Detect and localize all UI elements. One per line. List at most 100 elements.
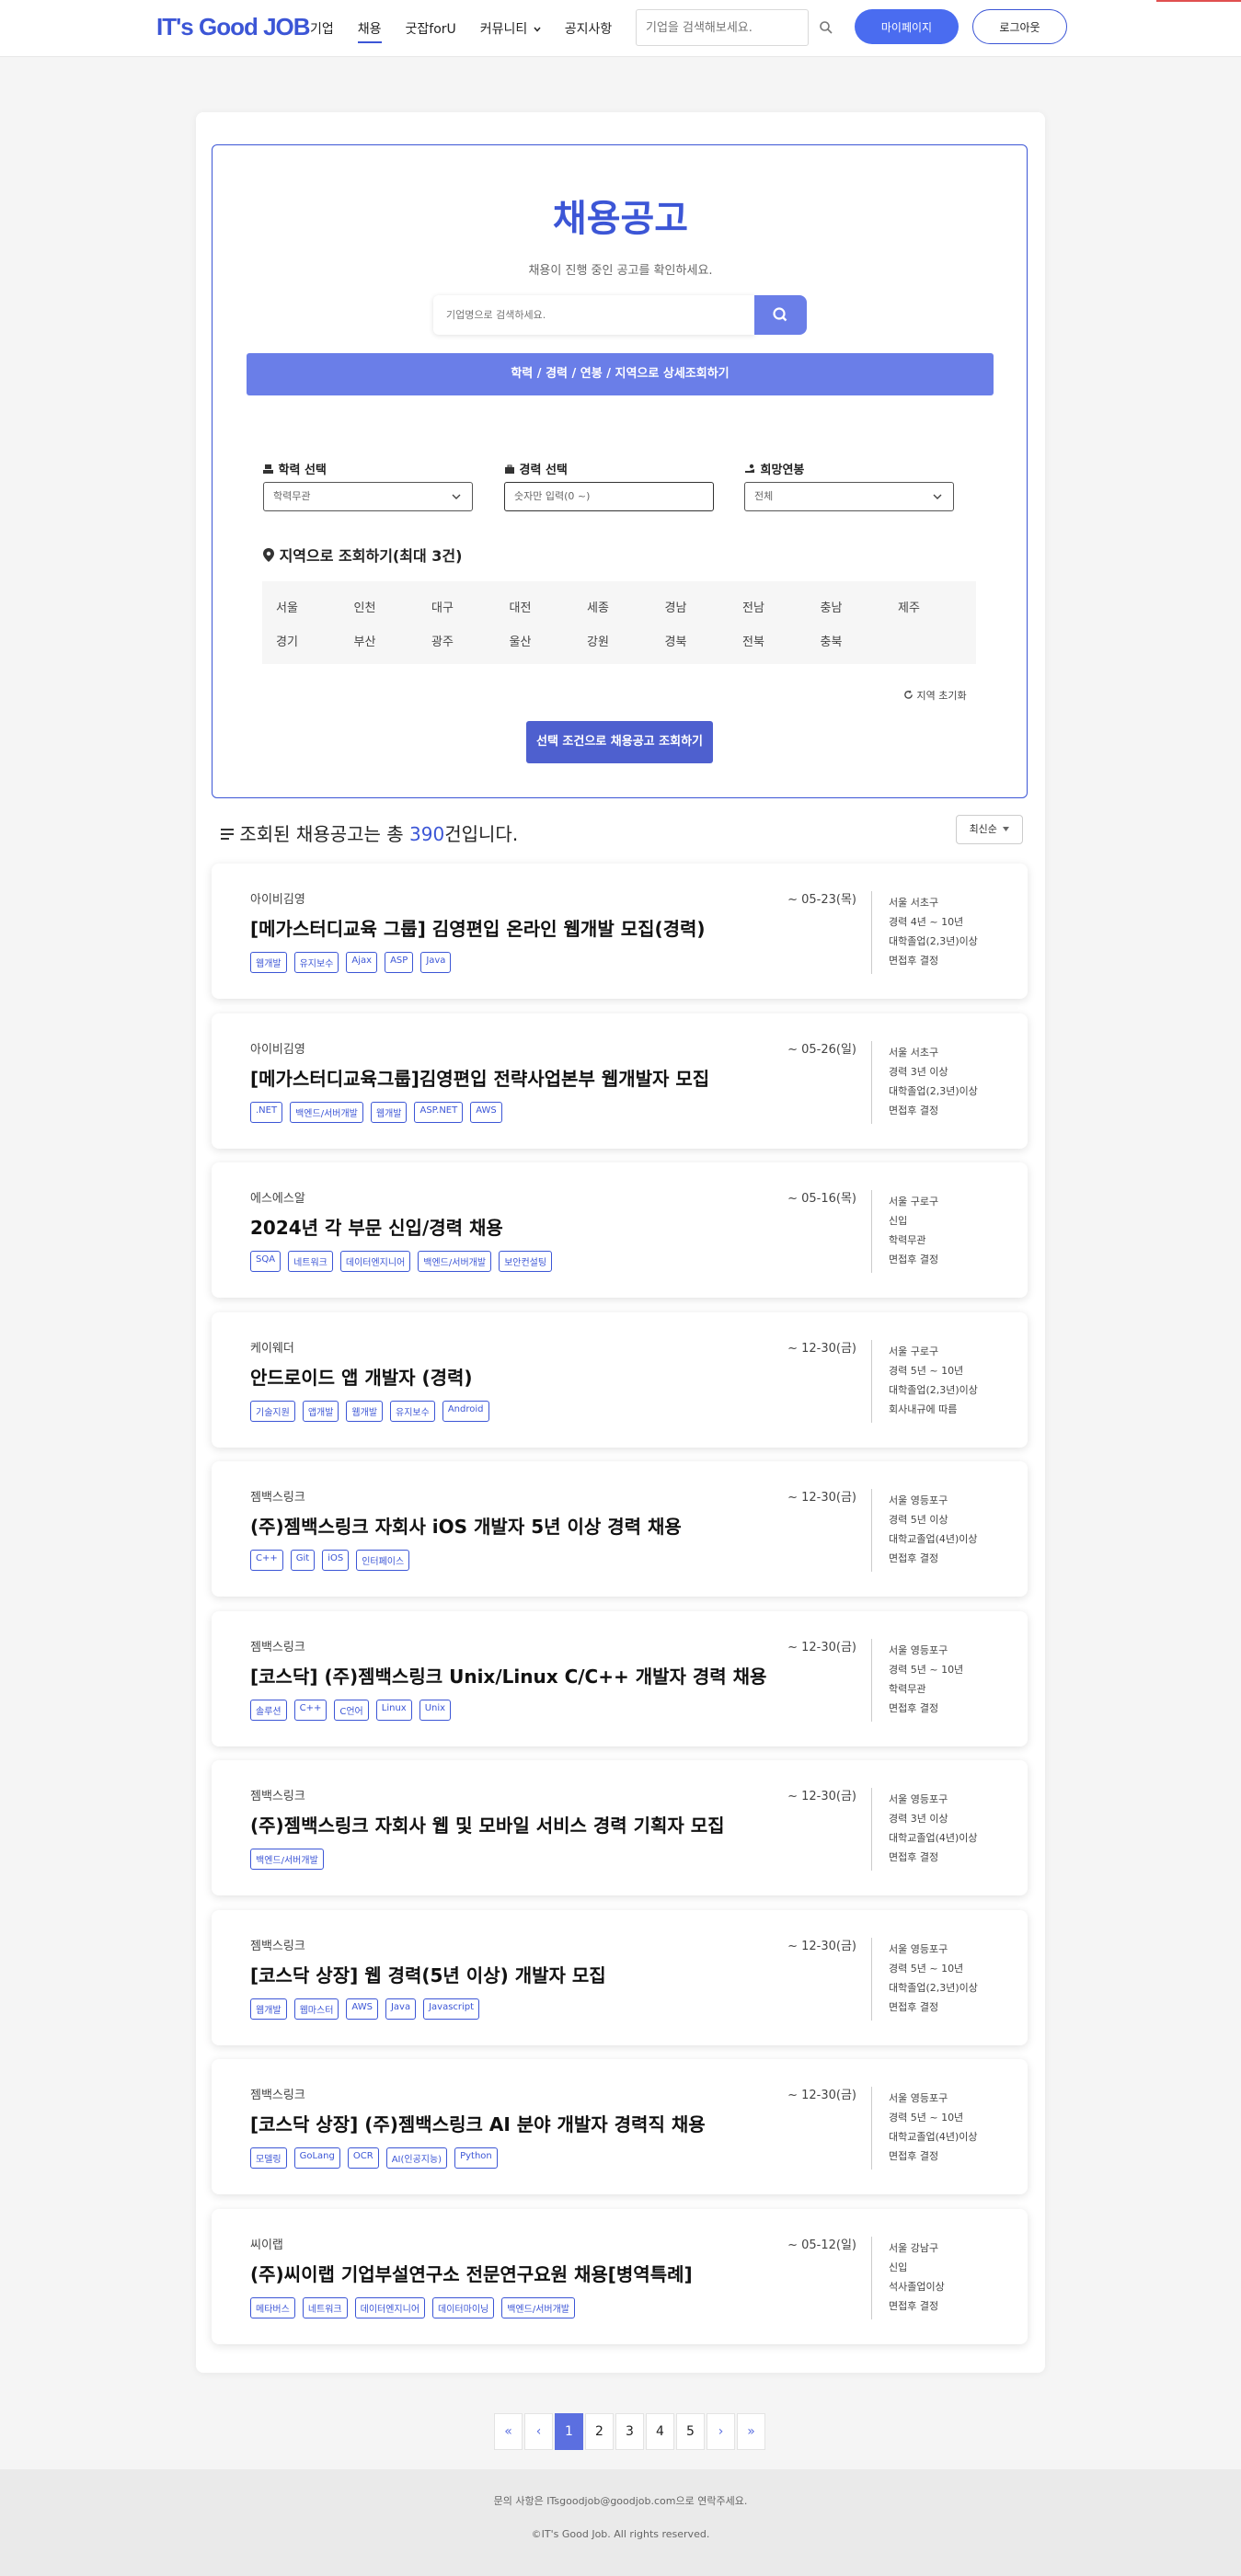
region-option[interactable]: 울산 [510,632,532,649]
job-info-line: 학력무관 [889,1234,926,1246]
header-search-input[interactable] [636,9,809,46]
job-title[interactable]: [메가스터디교육그룹]김영편입 전략사업본부 웹개발자 모집 [250,1064,709,1091]
job-card[interactable]: 젬백스링크 (주)젬백스링크 자회사 웹 및 모바일 서비스 경력 기획자 모집 백… [212,1760,1028,1895]
region-option[interactable]: 경남 [665,598,687,615]
job-info-line: 대학교졸업(4년)이상 [889,1832,978,1844]
search-icon [773,307,787,322]
job-card[interactable]: 아이비김영 [메가스터디교육 그룹] 김영편입 온라인 웹개발 모집(경력) 웹개발… [212,864,1028,999]
job-card[interactable]: 젬백스링크 [코스닥] (주)젬백스링크 Unix/Linux C/C++ 개발자… [212,1610,1028,1746]
detail-search-toggle[interactable]: 학력 / 경력 / 연봉 / 지역으로 상세조회하기 [247,353,994,395]
region-option[interactable]: 서울 [276,598,298,615]
job-tag: Java [385,1998,417,2020]
page-button[interactable]: 5 [676,2413,705,2450]
career-input[interactable]: 숫자만 입력(0 ~) [504,482,714,511]
job-title[interactable]: (주)젬백스링크 자회사 웹 및 모바일 서비스 경력 기획자 모집 [250,1811,725,1838]
nav-item-company[interactable]: 기업 [310,19,334,38]
page-button[interactable]: 1 [555,2413,583,2450]
job-company: 젬백스링크 [250,1491,305,1505]
region-option[interactable]: 광주 [431,632,454,649]
job-company: 아이비김영 [250,1042,305,1057]
job-card[interactable]: 아이비김영 [메가스터디교육그룹]김영편입 전략사업본부 웹개발자 모집 .NET 백… [212,1013,1028,1149]
job-tag: 모델링 [250,2147,287,2169]
region-option[interactable]: 경북 [665,632,687,649]
job-title[interactable]: 안드로이드 앱 개발자 (경력) [250,1363,473,1390]
job-title[interactable]: 2024년 각 부문 신입/경력 채용 [250,1213,503,1240]
job-card[interactable]: 에스에스알 2024년 각 부문 신입/경력 채용 SQA 네트워크 데이터엔지니어 백엔… [212,1162,1028,1298]
nav-item-jobs[interactable]: 채용 [357,19,382,43]
page-last-button[interactable]: » [737,2413,765,2450]
page-button[interactable]: 2 [585,2413,614,2450]
job-title[interactable]: [코스닥] (주)젬백스링크 Unix/Linux C/C++ 개발자 경력 채… [250,1662,766,1689]
job-card[interactable]: 씨이랩 (주)씨이랩 기업부설연구소 전문연구요원 채용[병역특례] 메타버스 네트워… [212,2208,1028,2344]
region-option[interactable]: 전남 [742,598,764,615]
job-card[interactable]: 젬백스링크 [코스닥 상장] 웹 경력(5년 이상) 개발자 모집 웹개발 웹마스터 A… [212,1909,1028,2045]
job-tag: Linux [375,1699,412,1721]
job-tag: 보안컨설팅 [499,1251,553,1272]
nav-item-notice[interactable]: 공지사항 [565,19,613,38]
page-button[interactable]: 4 [646,2413,674,2450]
mypage-button[interactable]: 마이페이지 [855,9,959,44]
job-title[interactable]: (주)젬백스링크 자회사 iOS 개발자 5년 이상 경력 채용 [250,1512,682,1539]
job-info-line: 면접후 결정 [889,1851,939,1863]
site-logo[interactable]: IT's Good JOB [156,13,311,41]
region-option[interactable]: 인천 [354,598,376,615]
salary-select[interactable]: 전체 [744,482,954,511]
job-divider [871,2236,872,2319]
top-accent-line [1156,0,1241,2]
career-label-text: 경력 선택 [519,464,568,477]
education-select[interactable]: 학력무관 [263,482,473,511]
job-info-line: 대학졸업(2,3년)이상 [889,1383,978,1396]
job-tag: 유지보수 [390,1400,435,1422]
job-title[interactable]: (주)씨이랩 기업부설연구소 전문연구요원 채용[병역특례] [250,2260,693,2286]
page-first-button[interactable]: « [494,2413,523,2450]
logout-button[interactable]: 로그아웃 [972,9,1067,44]
job-tag: .NET [250,1101,283,1123]
job-card[interactable]: 젬백스링크 [코스닥 상장] (주)젬백스링크 AI 분야 개발자 경력직 채용 모… [212,2059,1028,2194]
job-info-line: 서울 서초구 [889,1046,939,1059]
job-info-line: 대학졸업(2,3년)이상 [889,1084,978,1097]
job-divider [871,2087,872,2170]
job-tag: Git [290,1550,316,1571]
region-reset-button[interactable]: 지역 초기화 [903,688,967,703]
region-option[interactable]: 전북 [742,632,764,649]
job-card[interactable]: 젬백스링크 (주)젬백스링크 자회사 iOS 개발자 5년 이상 경력 채용 C++… [212,1461,1028,1597]
page-prev-button[interactable]: ‹ [524,2413,553,2450]
sort-select[interactable]: 최신순 [956,815,1023,844]
salary-label-text: 희망연봉 [760,464,805,477]
job-tags: 솔루션 C++ C언어 Linux Unix [250,1699,452,1721]
search-icon[interactable] [819,20,833,35]
company-search-button[interactable] [754,295,807,335]
region-option[interactable]: 부산 [354,632,376,649]
region-option[interactable]: 대구 [431,598,454,615]
region-option[interactable]: 세종 [587,598,609,615]
job-info: 서울 영등포구 경력 5년 ~ 10년 학력무관 면접후 결정 [889,1641,963,1718]
job-tag: AI(인공지능) [385,2147,448,2169]
job-tags: SQA 네트워크 데이터엔지니어 백엔드/서버개발 보안컨설팅 [250,1251,553,1272]
job-title[interactable]: [메가스터디교육 그룹] 김영편입 온라인 웹개발 모집(경력) [250,914,706,941]
nav-item-community[interactable]: 커뮤니티 [480,19,541,38]
region-option[interactable]: 충북 [821,632,843,649]
company-search-input[interactable] [433,295,755,335]
region-reset-label: 지역 초기화 [916,690,967,702]
page-button[interactable]: 3 [615,2413,644,2450]
job-title[interactable]: [코스닥 상장] 웹 경력(5년 이상) 개발자 모집 [250,1961,606,1987]
page-next-button[interactable]: › [707,2413,735,2450]
job-card[interactable]: 케이웨더 안드로이드 앱 개발자 (경력) 기술지원 앱개발 웹개발 유지보수 Androi… [212,1311,1028,1448]
job-tags: 백엔드/서버개발 [250,1849,324,1870]
job-tag: Android [442,1400,489,1422]
job-info-line: 서울 강남구 [889,2241,939,2254]
job-tag: 솔루션 [250,1699,287,1721]
job-info-line: 서울 구로구 [889,1196,939,1208]
nav-item-goodjob-foru[interactable]: 굿잡forU [406,19,456,38]
region-option[interactable]: 대전 [510,598,532,615]
region-option[interactable]: 제주 [898,598,920,615]
job-info-line: 경력 5년 ~ 10년 [889,1962,964,1975]
region-option[interactable]: 강원 [587,632,609,649]
result-summary: 조회된 채용공고는 총 390건입니다. [221,819,518,846]
region-option[interactable]: 충남 [821,598,843,615]
job-title[interactable]: [코스닥 상장] (주)젬백스링크 AI 분야 개발자 경력직 채용 [250,2110,706,2136]
region-option[interactable]: 경기 [276,632,298,649]
graduation-icon [263,464,273,474]
search-submit-button[interactable]: 선택 조건으로 채용공고 조회하기 [526,721,713,763]
page-title: 채용공고 [552,198,689,240]
